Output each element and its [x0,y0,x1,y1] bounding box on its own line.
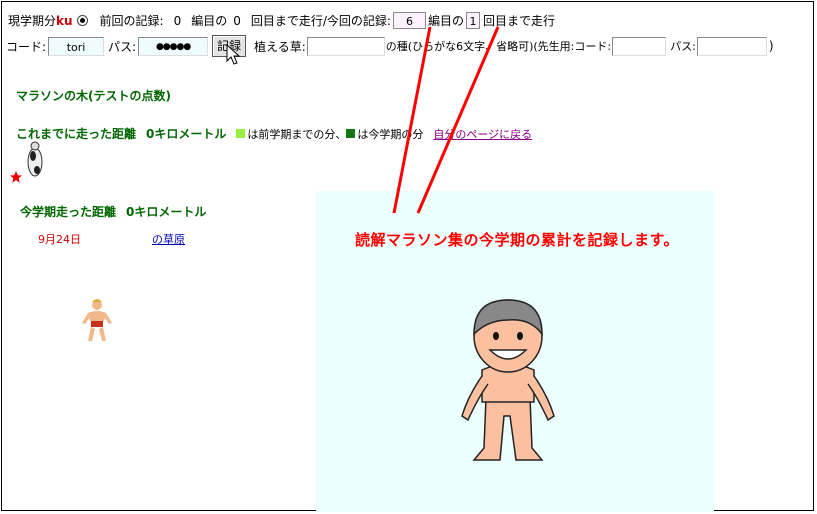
boy-character-icon [461,299,555,461]
annotation-arrows [392,26,500,214]
arrow-line-round [416,26,500,214]
arrow-line-volume [392,26,432,214]
